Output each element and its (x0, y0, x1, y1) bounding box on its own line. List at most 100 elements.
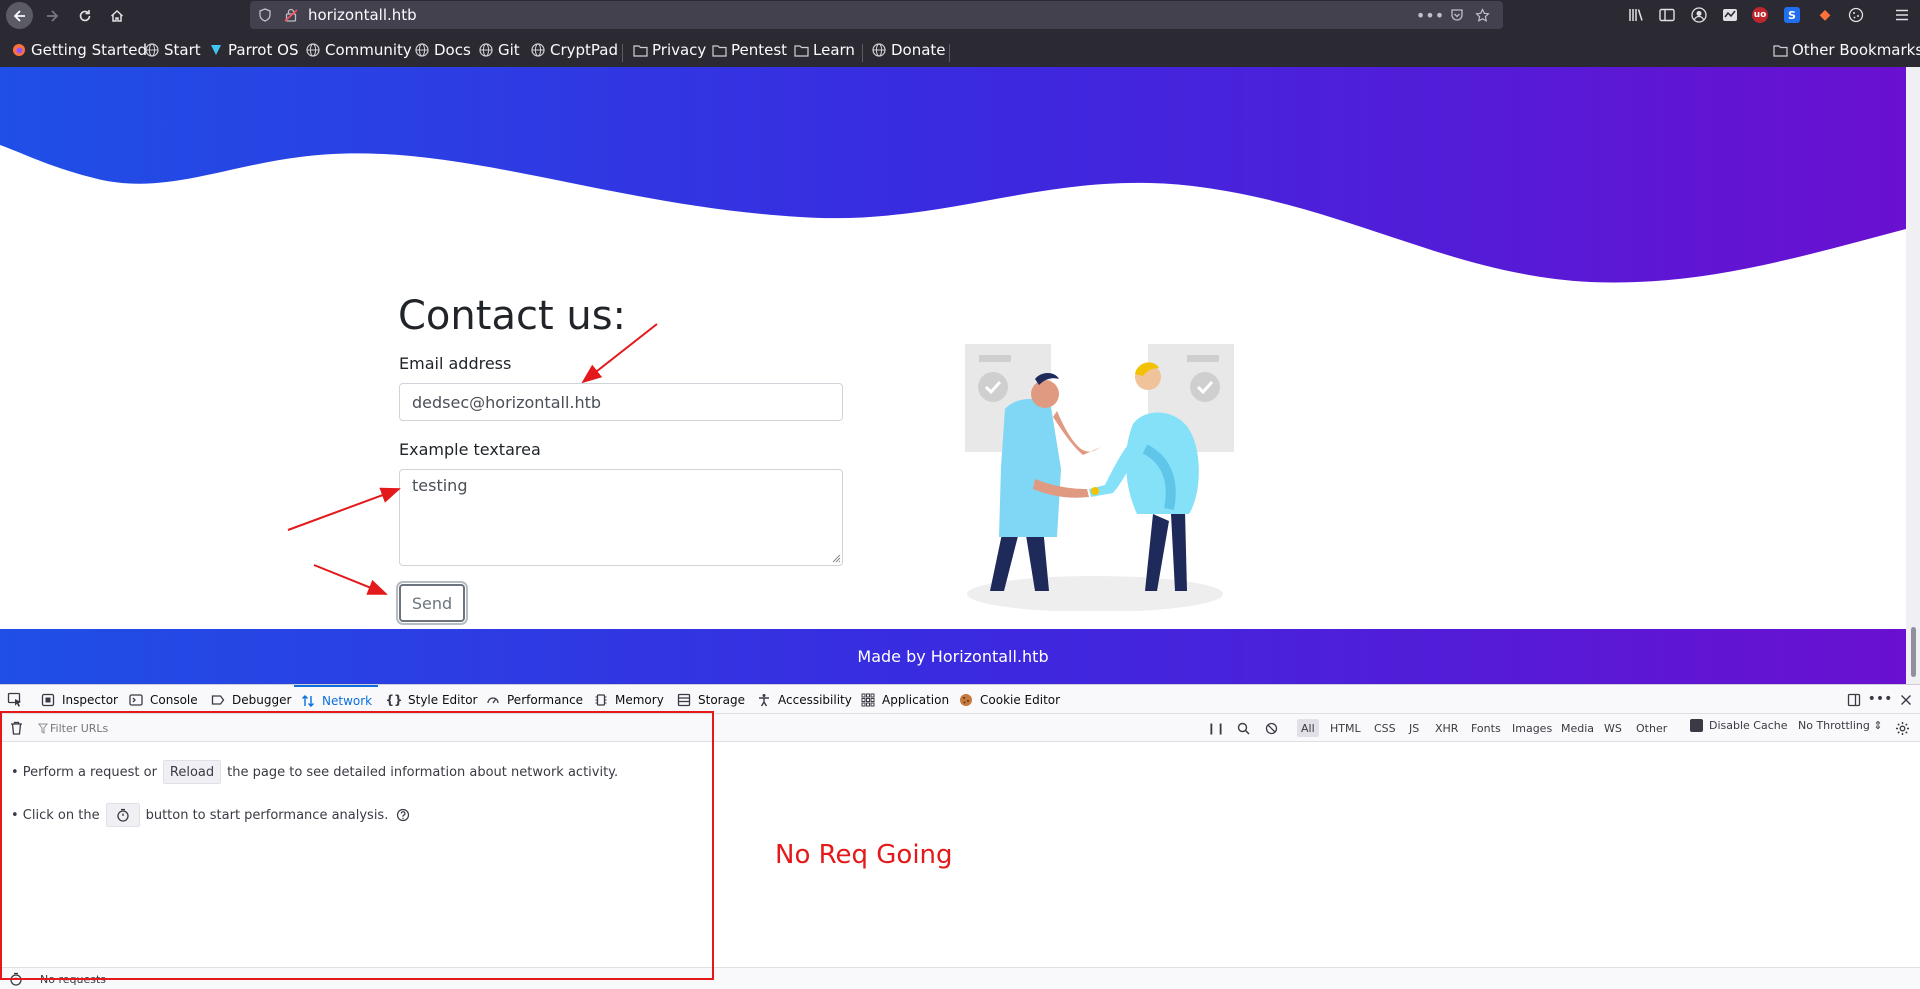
network-icon (300, 693, 316, 709)
bookmark-label: Learn (813, 41, 855, 59)
tab-performance[interactable]: Performance (485, 685, 583, 714)
filter-ws[interactable]: WS (1600, 719, 1626, 737)
filter-fonts[interactable]: Fonts (1467, 719, 1505, 737)
throttling-label: No Throttling (1798, 719, 1870, 732)
bookmark-label: Donate (891, 41, 946, 59)
reload-button[interactable] (71, 2, 98, 29)
url-bar[interactable]: horizontall.htb ••• (250, 1, 1503, 29)
forward-button[interactable] (38, 2, 65, 29)
globe-icon (871, 42, 887, 58)
bookmark-pentest[interactable]: Pentest (711, 40, 787, 60)
email-label: Email address (399, 354, 512, 373)
sidebar-icon[interactable] (1657, 5, 1677, 25)
navigation-bar: horizontall.htb ••• uo S ◆ (0, 0, 1920, 30)
tab-label: Accessibility (778, 692, 852, 707)
bookmark-label: Getting Started (31, 41, 147, 59)
bookmark-donate[interactable]: Donate (871, 40, 946, 60)
other-bookmarks[interactable]: Other Bookmarks (1772, 40, 1920, 60)
annotation-box (0, 711, 714, 980)
home-button[interactable] (103, 2, 130, 29)
back-button[interactable] (6, 2, 33, 29)
bookmark-privacy[interactable]: Privacy (632, 40, 706, 60)
filter-all[interactable]: All (1297, 719, 1319, 737)
filter-css[interactable]: CSS (1370, 719, 1400, 737)
pocket-icon[interactable] (1449, 7, 1465, 23)
scrollbar-thumb[interactable] (1911, 627, 1916, 677)
tab-console[interactable]: Console (128, 685, 198, 714)
throttling-select[interactable]: No Throttling ⇕ (1798, 719, 1883, 732)
filter-media[interactable]: Media (1557, 719, 1598, 737)
resize-grip-icon[interactable] (831, 553, 841, 563)
devtools-more-icon[interactable]: ••• (1868, 690, 1893, 708)
textarea-label: Example textarea (399, 440, 541, 459)
contact-title: Contact us: (398, 293, 627, 339)
tab-network[interactable]: Network (294, 685, 379, 714)
block-icon[interactable] (1262, 719, 1280, 737)
bookmark-start[interactable]: Start (144, 40, 201, 60)
tab-debugger[interactable]: Debugger (210, 685, 291, 714)
firefox-icon (11, 42, 27, 58)
filter-images[interactable]: Images (1508, 719, 1556, 737)
filter-html[interactable]: HTML (1326, 719, 1365, 737)
globe-icon (414, 42, 430, 58)
page-scrollbar[interactable] (1906, 67, 1920, 684)
bookmark-star-icon[interactable] (1474, 7, 1490, 23)
search-icon[interactable] (1234, 719, 1252, 737)
filter-xhr[interactable]: XHR (1431, 719, 1462, 737)
bookmark-label: Pentest (731, 41, 788, 59)
close-devtools-icon[interactable] (1897, 691, 1915, 709)
header-wave (0, 67, 1906, 283)
globe-icon (305, 42, 321, 58)
inspector-icon (40, 692, 56, 708)
bookmark-cryptpad[interactable]: CryptPad (530, 40, 618, 60)
send-button[interactable]: Send (396, 581, 468, 625)
tab-cookie-editor[interactable]: Cookie Editor (958, 685, 1060, 714)
tab-label: Debugger (232, 692, 292, 707)
element-picker-icon[interactable] (6, 691, 24, 709)
url-text[interactable]: horizontall.htb (308, 6, 417, 24)
cookie-extension-icon[interactable] (1846, 5, 1866, 25)
tab-memory[interactable]: Memory (593, 685, 664, 714)
checkbox-checked-icon (1690, 719, 1703, 732)
forward-arrow-icon (46, 9, 58, 22)
tab-label: Application (882, 692, 950, 707)
account-icon[interactable] (1689, 5, 1709, 25)
bookmark-docs[interactable]: Docs (414, 40, 471, 60)
bookmark-git[interactable]: Git (478, 40, 520, 60)
page-footer: Made by Horizontall.htb (0, 629, 1906, 684)
bookmark-parrot-os[interactable]: Parrot OS (208, 40, 298, 60)
disable-cache-checkbox[interactable]: Disable Cache (1690, 719, 1788, 732)
tab-accessibility[interactable]: Accessibility (756, 685, 852, 714)
filter-js[interactable]: JS (1405, 719, 1423, 737)
insecure-lock-icon[interactable] (283, 7, 299, 23)
library-icon[interactable] (1626, 5, 1646, 25)
tab-style-editor[interactable]: {} Style Editor (385, 685, 477, 714)
bookmark-community[interactable]: Community (305, 40, 412, 60)
tab-application[interactable]: Application (860, 685, 949, 714)
bookmarks-separator (862, 44, 863, 62)
s-extension-icon[interactable]: S (1784, 7, 1800, 23)
other-bookmarks-label: Other Bookmarks (1792, 41, 1920, 59)
filter-other[interactable]: Other (1632, 719, 1671, 737)
devtools-tabbar: Inspector Console Debugger Network {} St… (0, 685, 1920, 714)
tab-storage[interactable]: Storage (676, 685, 745, 714)
more-actions-icon[interactable]: ••• (1416, 6, 1444, 25)
back-arrow-icon (13, 9, 25, 22)
bookmark-label: Parrot OS (228, 41, 299, 59)
email-input[interactable] (399, 383, 843, 421)
bookmark-learn[interactable]: Learn (793, 40, 855, 60)
foxy-extension-icon[interactable]: ◆ (1815, 5, 1835, 25)
message-textarea[interactable]: testing (399, 469, 843, 566)
browser-chrome: horizontall.htb ••• uo S ◆ Getting Start… (0, 0, 1920, 67)
dock-side-icon[interactable] (1845, 691, 1863, 709)
bookmark-getting-started[interactable]: Getting Started (11, 40, 147, 60)
memory-icon (593, 692, 609, 708)
extension-dark-icon[interactable] (1720, 5, 1740, 25)
ublock-icon[interactable]: uo (1752, 7, 1768, 23)
tab-inspector[interactable]: Inspector (40, 685, 118, 714)
network-settings-gear-icon[interactable] (1893, 719, 1911, 737)
globe-icon (530, 42, 546, 58)
hamburger-menu-icon[interactable] (1892, 5, 1912, 25)
shield-icon[interactable] (257, 7, 273, 23)
pause-icon[interactable]: ❙❙ (1207, 719, 1225, 737)
